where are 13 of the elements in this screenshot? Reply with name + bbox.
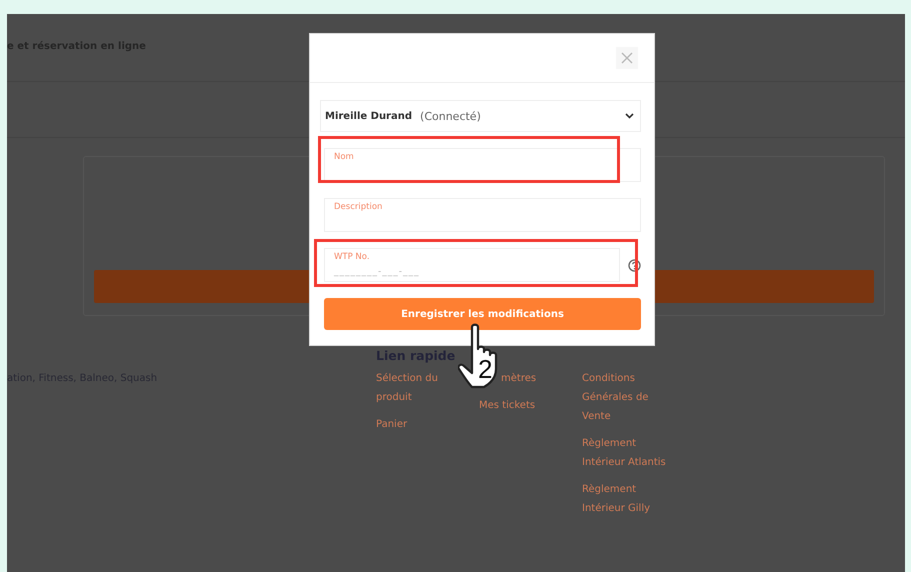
- input-field[interactable]: Description: [324, 198, 641, 232]
- footer-link[interactable]: Règlement Intérieur Gilly: [582, 480, 678, 518]
- chevron-icon: [625, 113, 634, 119]
- step-number: 2: [478, 356, 492, 382]
- footer-link[interactable]: Conditions Générales de Vente: [582, 369, 678, 426]
- footer-link[interactable]: Panier: [376, 415, 456, 434]
- save-button[interactable]: Enregistrer les modifications: [324, 298, 641, 330]
- footer-link[interactable]: Mes tickets: [479, 396, 559, 415]
- account-select[interactable]: Mireille Durand (Connecté): [320, 100, 641, 132]
- help-icon[interactable]: [628, 258, 641, 272]
- footer-link[interactable]: Règlement Intérieur Atlantis: [582, 434, 678, 472]
- footer-link[interactable]: Sélection du produit: [376, 369, 456, 407]
- input-field[interactable]: WTP No. ________-___-___: [324, 248, 620, 282]
